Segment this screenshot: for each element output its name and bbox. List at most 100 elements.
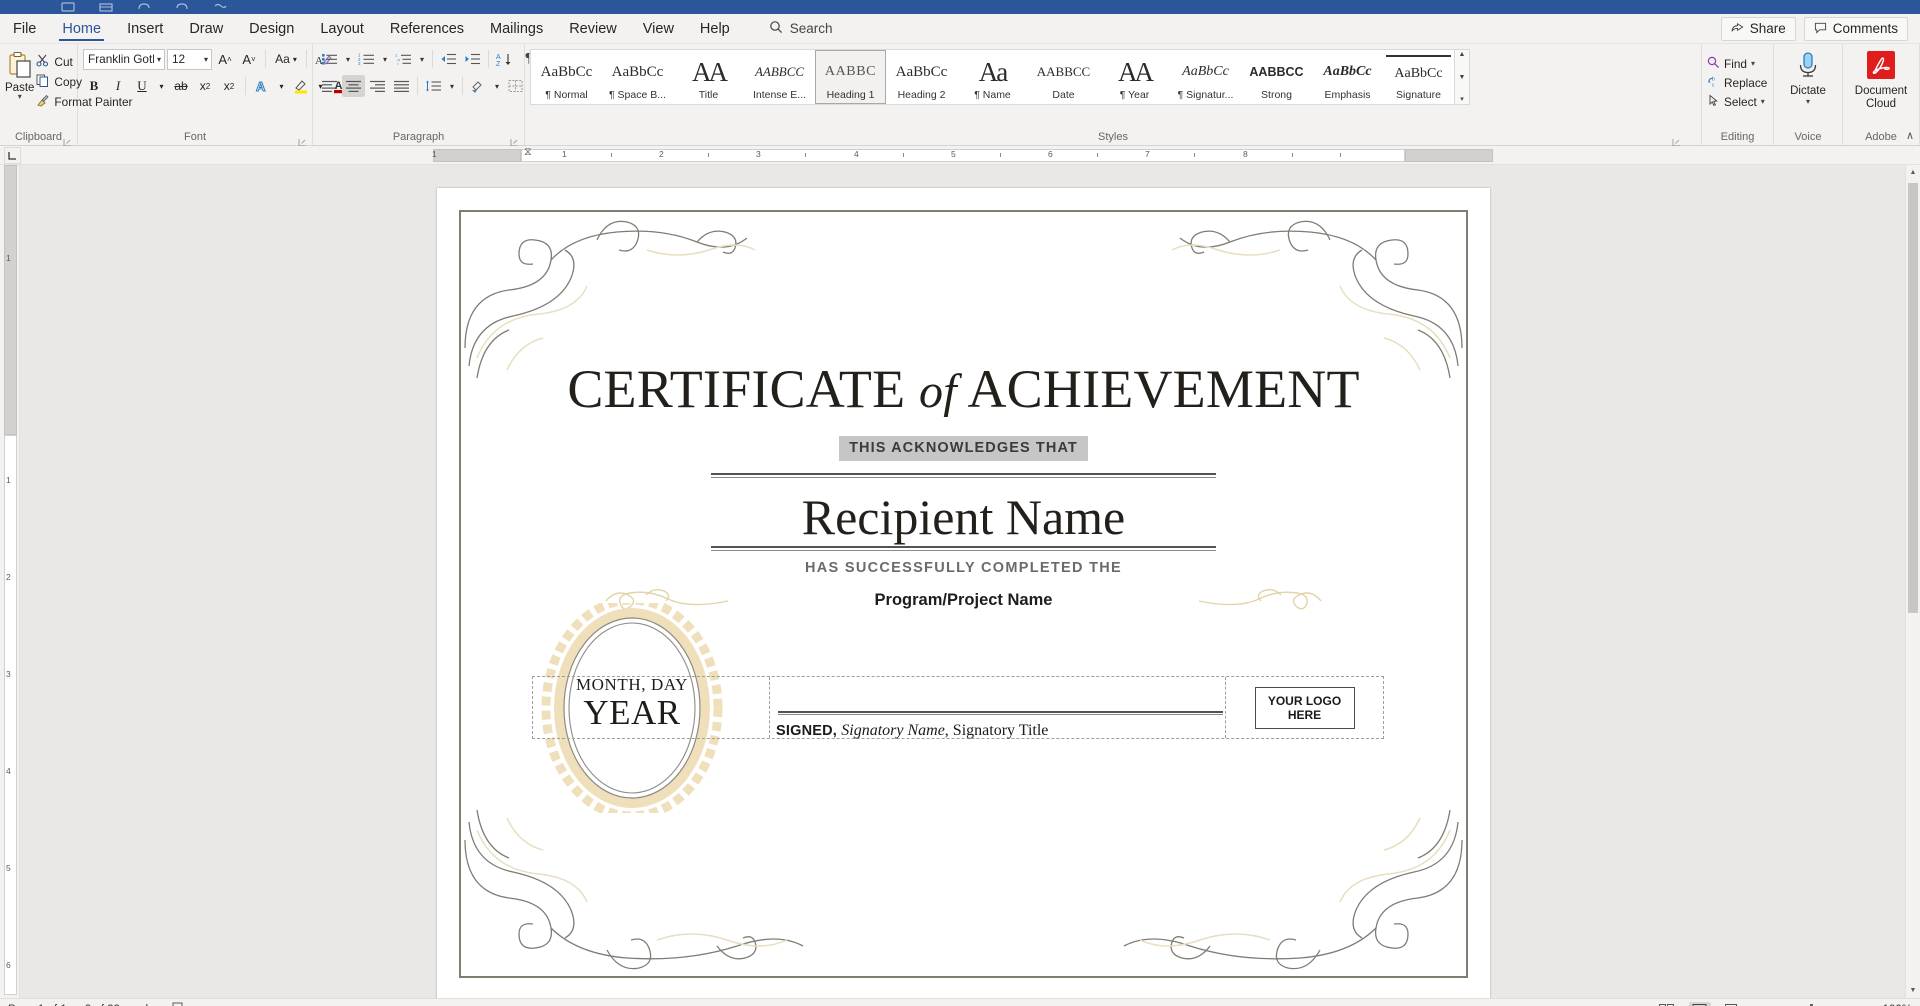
style-name[interactable]: Aa ¶ Name xyxy=(957,50,1028,104)
certificate-title[interactable]: CERTIFICATE of ACHIEVEMENT xyxy=(437,358,1490,420)
completed-line[interactable]: HAS SUCCESSFULLY COMPLETED THE xyxy=(437,560,1490,576)
line-spacing-chevron-down-icon[interactable]: ▾ xyxy=(446,75,458,97)
tab-mailings[interactable]: Mailings xyxy=(477,14,556,43)
web-layout-icon[interactable] xyxy=(1722,1002,1744,1006)
collapse-ribbon-button[interactable]: ∧ xyxy=(1906,129,1914,142)
underline-chevron-down-icon[interactable]: ▾ xyxy=(155,75,168,97)
numbering-chevron-down-icon[interactable]: ▾ xyxy=(379,48,391,70)
sort-icon[interactable]: AZ xyxy=(493,48,516,70)
tab-stop-selector[interactable] xyxy=(4,147,21,164)
shrink-font-icon[interactable]: A˅ xyxy=(238,48,260,70)
multilevel-list-icon[interactable]: 1ai xyxy=(392,48,415,70)
gallery-more-icon[interactable]: ▾ xyxy=(1460,96,1464,103)
numbering-icon[interactable]: 123 xyxy=(355,48,378,70)
style-emphasis[interactable]: AaBbCc Emphasis xyxy=(1312,50,1383,104)
tab-file[interactable]: File xyxy=(0,14,49,43)
find-button[interactable]: Find ▾ xyxy=(1707,54,1755,73)
borders-icon[interactable] xyxy=(504,75,527,97)
proofing-icon[interactable] xyxy=(172,1002,186,1006)
increase-indent-icon[interactable] xyxy=(461,48,484,70)
change-case-icon[interactable]: Aa▾ xyxy=(271,48,301,70)
text-effects-icon[interactable]: A xyxy=(251,75,273,97)
tab-layout[interactable]: Layout xyxy=(307,14,377,43)
tab-review[interactable]: Review xyxy=(556,14,630,43)
style-normal[interactable]: AaBbCc ¶ Normal xyxy=(531,50,602,104)
text-highlight-color-icon[interactable] xyxy=(290,75,312,97)
paste-button[interactable]: Paste ▾ xyxy=(5,47,34,100)
recipient-name[interactable]: Recipient Name xyxy=(437,488,1490,546)
gallery-scroll-down-icon[interactable]: ▼ xyxy=(1459,74,1466,81)
print-layout-icon[interactable] xyxy=(1689,1002,1711,1006)
style-space-before[interactable]: AaBbCc ¶ Space B... xyxy=(602,50,673,104)
italic-icon[interactable]: I xyxy=(107,75,129,97)
style-strong[interactable]: AABBCC Strong xyxy=(1241,50,1312,104)
decrease-indent-icon[interactable] xyxy=(437,48,460,70)
tab-insert[interactable]: Insert xyxy=(114,14,176,43)
share-button[interactable]: Share xyxy=(1721,17,1796,41)
style-signature-line[interactable]: AaBbCc ¶ Signatur... xyxy=(1170,50,1241,104)
chevron-down-icon[interactable]: ▾ xyxy=(204,55,208,64)
customize-icon[interactable] xyxy=(212,2,228,12)
chevron-down-icon[interactable]: ▾ xyxy=(18,94,22,100)
subscript-icon[interactable]: x2 xyxy=(194,75,216,97)
replace-button[interactable]: bc Replace xyxy=(1707,73,1767,92)
styles-gallery-scroll[interactable]: ▲ ▼ ▾ xyxy=(1455,49,1470,105)
chevron-down-icon[interactable]: ▾ xyxy=(157,55,161,64)
multilevel-chevron-down-icon[interactable]: ▾ xyxy=(416,48,428,70)
style-title[interactable]: AA Title xyxy=(673,50,744,104)
document-page[interactable]: CERTIFICATE of ACHIEVEMENT THIS ACKNOWLE… xyxy=(437,188,1490,998)
text-effects-chevron-down-icon[interactable]: ▾ xyxy=(275,75,288,97)
font-size-input[interactable]: 12 ▾ xyxy=(167,49,212,70)
shading-chevron-down-icon[interactable]: ▾ xyxy=(491,75,503,97)
styles-gallery[interactable]: AaBbCc ¶ Normal AaBbCc ¶ Space B... AA T… xyxy=(530,49,1455,105)
styles-dialog-launcher[interactable] xyxy=(1672,134,1681,143)
shading-icon[interactable] xyxy=(467,75,490,97)
justify-icon[interactable] xyxy=(390,75,413,97)
vertical-ruler[interactable]: 1 1 2 3 4 5 6 xyxy=(0,165,20,998)
gallery-scroll-up-icon[interactable]: ▲ xyxy=(1459,51,1466,58)
font-name-input[interactable]: Franklin Gothic I ▾ xyxy=(83,49,165,70)
line-spacing-icon[interactable] xyxy=(422,75,445,97)
dictate-button[interactable]: Dictate ▾ xyxy=(1779,47,1837,105)
select-button[interactable]: Select ▾ xyxy=(1707,92,1765,111)
signature-table-cell-signature[interactable]: SIGNED, Signatory Name, Signatory Title xyxy=(770,677,1226,738)
document-cloud-button[interactable]: Document Cloud xyxy=(1848,47,1914,111)
scroll-up-icon[interactable]: ▲ xyxy=(1906,165,1920,180)
style-heading-2[interactable]: AaBbCc Heading 2 xyxy=(886,50,957,104)
grow-font-icon[interactable]: A˄ xyxy=(214,48,236,70)
save-icon[interactable] xyxy=(60,2,76,12)
dictate-chevron-down-icon[interactable]: ▾ xyxy=(1806,98,1810,105)
style-signature[interactable]: AaBbCc Signature xyxy=(1383,50,1454,104)
strikethrough-icon[interactable]: ab xyxy=(170,75,192,97)
bold-icon[interactable]: B xyxy=(83,75,105,97)
align-center-icon[interactable] xyxy=(342,75,365,97)
select-chevron-down-icon[interactable]: ▾ xyxy=(1761,97,1765,106)
underline-icon[interactable]: U xyxy=(131,75,153,97)
tab-design[interactable]: Design xyxy=(236,14,307,43)
tab-draw[interactable]: Draw xyxy=(176,14,236,43)
clipboard-dialog-launcher[interactable] xyxy=(63,134,72,143)
logo-placeholder[interactable]: YOUR LOGO HERE xyxy=(1255,687,1355,729)
signature-table[interactable]: SIGNED, Signatory Name, Signatory Title … xyxy=(532,676,1384,739)
autosave-icon[interactable] xyxy=(98,2,114,12)
tab-view[interactable]: View xyxy=(630,14,687,43)
superscript-icon[interactable]: x2 xyxy=(218,75,240,97)
comments-button[interactable]: Comments xyxy=(1804,17,1908,41)
signature-table-cell-date[interactable] xyxy=(533,677,770,738)
scroll-down-icon[interactable]: ▼ xyxy=(1906,983,1920,998)
tab-references[interactable]: References xyxy=(377,14,477,43)
indent-marker[interactable]: ⧖ xyxy=(524,146,532,159)
paragraph-dialog-launcher[interactable] xyxy=(510,134,519,143)
horizontal-ruler[interactable]: 1 1 2 3 4 5 6 7 8 ⧖ xyxy=(0,146,1920,165)
read-mode-icon[interactable] xyxy=(1656,1002,1678,1006)
vertical-scrollbar[interactable]: ▲ ▼ xyxy=(1905,165,1920,998)
search-box[interactable]: Search xyxy=(769,14,833,43)
tab-help[interactable]: Help xyxy=(687,14,743,43)
style-heading-1[interactable]: AABBC Heading 1 xyxy=(815,50,886,104)
signature-table-cell-logo[interactable]: YOUR LOGO HERE xyxy=(1226,677,1383,738)
style-intense-emphasis[interactable]: AABBCC Intense E... xyxy=(744,50,815,104)
bullets-icon[interactable] xyxy=(318,48,341,70)
style-date[interactable]: AABBCC Date xyxy=(1028,50,1099,104)
quick-access-toolbar[interactable] xyxy=(60,2,228,12)
bullets-chevron-down-icon[interactable]: ▾ xyxy=(342,48,354,70)
